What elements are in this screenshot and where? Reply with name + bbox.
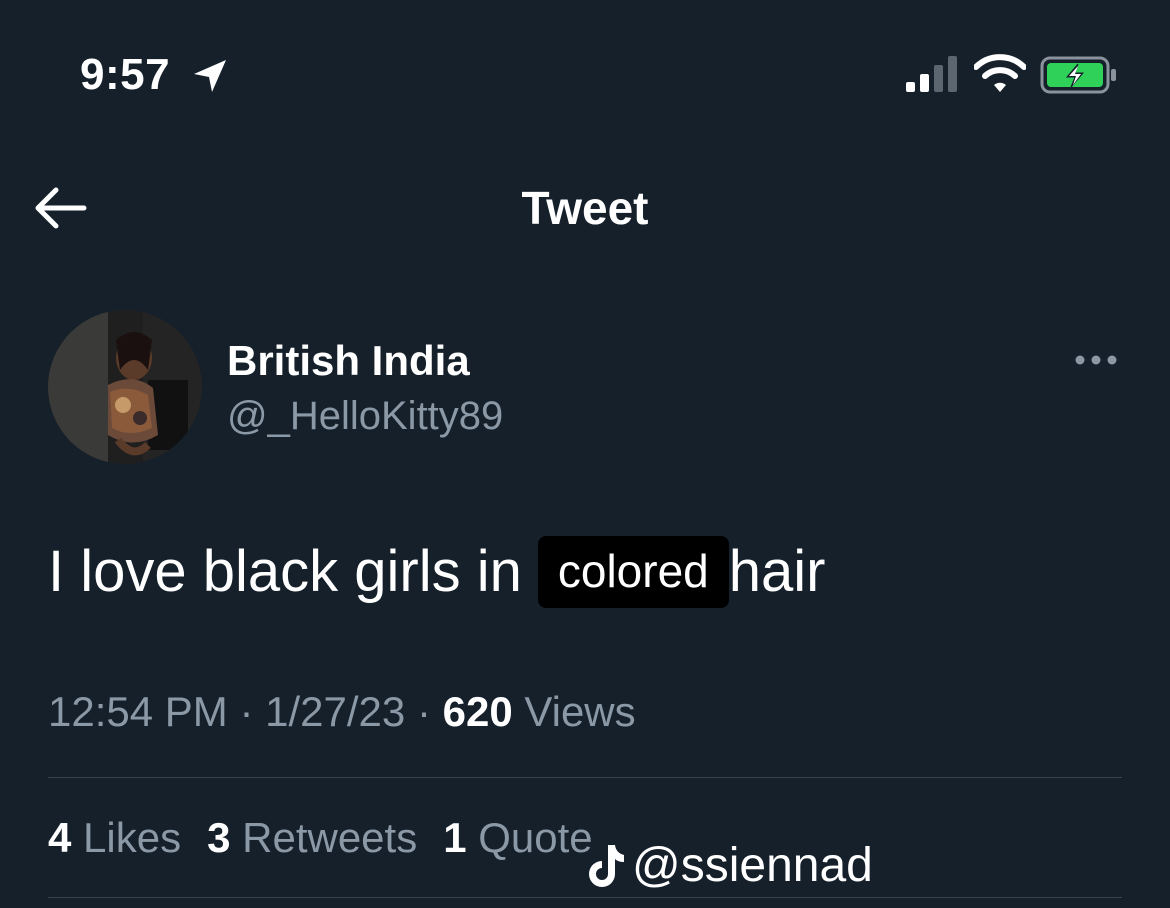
quotes-count: 1 <box>443 814 467 861</box>
page-title: Tweet <box>521 182 649 234</box>
views-count: 620 <box>442 688 513 735</box>
status-time: 9:57 <box>80 50 171 99</box>
quotes-stat[interactable]: 1 Quote <box>443 814 592 861</box>
tweet-meta: 12:54 PM · 1/27/23 · 620 Views <box>48 686 636 738</box>
retweets-label: Retweets <box>242 814 418 861</box>
tweet-stats: 4 Likes 3 Retweets 1 Quote <box>48 812 593 864</box>
cellular-signal-icon <box>906 56 957 92</box>
views-label: Views <box>524 688 636 735</box>
meta-separator: · <box>239 688 254 735</box>
divider <box>48 897 1122 898</box>
likes-stat[interactable]: 4 Likes <box>48 814 181 861</box>
tiktok-icon <box>589 845 624 887</box>
battery-charging-icon <box>1040 56 1116 94</box>
tiktok-watermark: @ssiennad <box>586 838 873 894</box>
avatar[interactable] <box>48 310 202 464</box>
location-arrow-icon <box>194 60 226 92</box>
watermark-handle: @ssiennad <box>632 839 873 892</box>
quotes-label: Quote <box>478 814 593 861</box>
wifi-icon <box>974 54 1026 92</box>
tweet-time[interactable]: 12:54 PM <box>48 688 228 735</box>
likes-label: Likes <box>83 814 182 861</box>
likes-count: 4 <box>48 814 72 861</box>
tweet-text-after: hair <box>728 539 826 604</box>
divider <box>48 777 1122 778</box>
avatar-photo <box>48 310 202 464</box>
tweet-date[interactable]: 1/27/23 <box>265 688 405 735</box>
retweets-stat[interactable]: 3 Retweets <box>207 814 417 861</box>
meta-separator: · <box>416 688 431 735</box>
tweet-text-before: I love black girls in <box>48 539 522 604</box>
tweet-text: I love black girls in colored hair <box>48 536 825 608</box>
retweets-count: 3 <box>207 814 231 861</box>
more-options-icon[interactable] <box>1072 350 1120 370</box>
author-display-name[interactable]: British India <box>227 336 470 386</box>
tweet-text-highlight: colored <box>537 536 729 608</box>
author-handle[interactable]: @_HelloKitty89 <box>227 392 503 440</box>
